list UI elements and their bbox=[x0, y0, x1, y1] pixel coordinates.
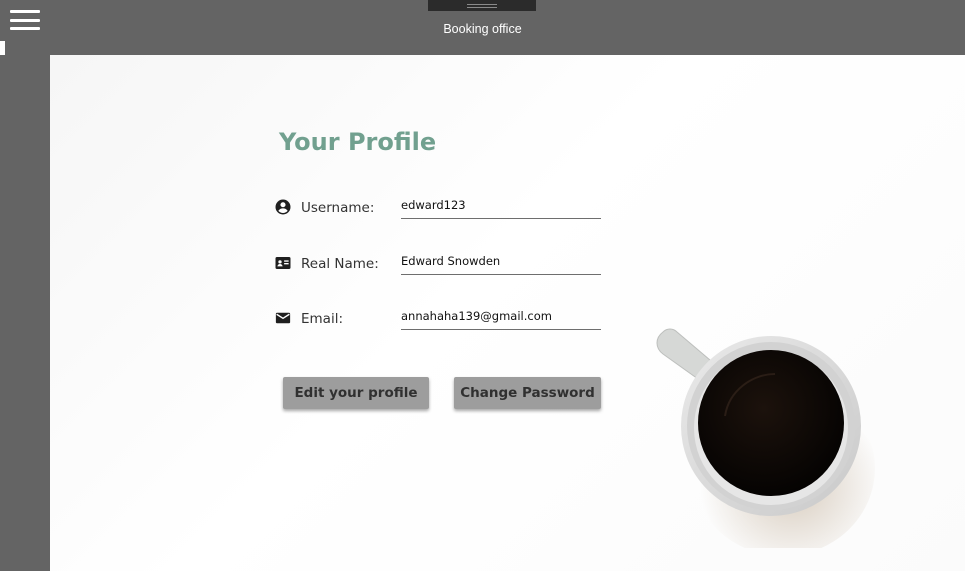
email-row: Email: bbox=[274, 303, 604, 333]
change-password-button[interactable]: Change Password bbox=[454, 377, 601, 409]
title-bar-grip[interactable] bbox=[428, 0, 536, 11]
profile-page: Your Profile Username: Real Name: Email:… bbox=[50, 55, 965, 571]
real-name-label: Real Name: bbox=[301, 256, 379, 272]
username-label: Username: bbox=[301, 200, 375, 216]
coffee-cup-image bbox=[656, 328, 875, 548]
page-title: Your Profile bbox=[279, 128, 437, 156]
username-row: Username: bbox=[274, 192, 604, 222]
id-card-icon bbox=[275, 257, 291, 269]
edit-profile-button[interactable]: Edit your profile bbox=[283, 377, 429, 409]
account-circle-icon bbox=[275, 199, 291, 215]
email-label: Email: bbox=[301, 311, 344, 327]
app-title: Booking office bbox=[443, 22, 522, 36]
real-name-row: Real Name: bbox=[274, 248, 604, 278]
username-field[interactable] bbox=[401, 192, 601, 219]
email-field[interactable] bbox=[401, 303, 601, 330]
mail-icon bbox=[275, 312, 291, 324]
sidebar bbox=[0, 55, 50, 571]
real-name-field[interactable] bbox=[401, 248, 601, 275]
title-bar: Booking office bbox=[0, 0, 965, 64]
